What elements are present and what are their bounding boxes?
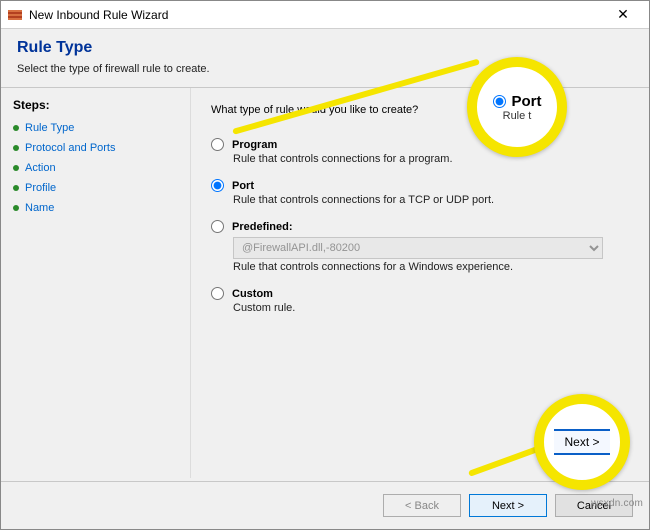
option-desc: Rule that controls connections for a pro…	[233, 153, 629, 165]
annotation-highlight-port: Port Rule t	[467, 57, 567, 157]
bullet-icon	[13, 165, 19, 171]
step-label: Name	[25, 202, 54, 214]
wizard-footer: < Back Next > Cancel	[1, 481, 649, 529]
annotation-radio-icon	[493, 95, 506, 108]
option-desc: Custom rule.	[233, 302, 629, 314]
bullet-icon	[13, 205, 19, 211]
annotation-highlight-next: Next >	[534, 394, 630, 490]
firewall-icon	[7, 7, 23, 23]
option-custom: Custom Custom rule.	[211, 287, 629, 314]
option-desc: Rule that controls connections for a Win…	[233, 261, 629, 273]
radio-port[interactable]	[211, 179, 224, 192]
next-button[interactable]: Next >	[469, 494, 547, 517]
option-predefined: Predefined: @FirewallAPI.dll,-80200 Rule…	[211, 220, 629, 273]
steps-heading: Steps:	[13, 98, 178, 112]
radio-predefined[interactable]	[211, 220, 224, 233]
annotation-next-label: Next >	[554, 429, 609, 455]
option-label: Predefined:	[232, 221, 293, 233]
close-button[interactable]: ✕	[603, 1, 643, 28]
option-label: Program	[232, 139, 277, 151]
titlebar: New Inbound Rule Wizard ✕	[1, 1, 649, 29]
page-title: Rule Type	[17, 39, 633, 57]
window-title: New Inbound Rule Wizard	[29, 8, 603, 22]
bullet-icon	[13, 185, 19, 191]
step-protocol-and-ports[interactable]: Protocol and Ports	[13, 138, 178, 158]
step-label: Action	[25, 162, 56, 174]
step-action[interactable]: Action	[13, 158, 178, 178]
radio-custom[interactable]	[211, 287, 224, 300]
option-port: Port Rule that controls connections for …	[211, 179, 629, 206]
bullet-icon	[13, 145, 19, 151]
step-rule-type[interactable]: Rule Type	[13, 118, 178, 138]
step-label: Rule Type	[25, 122, 74, 134]
back-button: < Back	[383, 494, 461, 517]
predefined-select: @FirewallAPI.dll,-80200	[233, 237, 603, 259]
option-desc: Rule that controls connections for a TCP…	[233, 194, 629, 206]
step-profile[interactable]: Profile	[13, 178, 178, 198]
wizard-window: New Inbound Rule Wizard ✕ Rule Type Sele…	[0, 0, 650, 530]
steps-sidebar: Steps: Rule Type Protocol and Ports Acti…	[1, 88, 191, 478]
option-program: Program Rule that controls connections f…	[211, 138, 629, 165]
bullet-icon	[13, 125, 19, 131]
watermark: wsxdn.com	[591, 498, 643, 509]
annotation-port-sub: Rule t	[503, 110, 532, 122]
option-label: Custom	[232, 288, 273, 300]
step-name[interactable]: Name	[13, 198, 178, 218]
option-label: Port	[232, 180, 254, 192]
radio-program[interactable]	[211, 138, 224, 151]
annotation-port-label: Port	[512, 93, 542, 110]
step-label: Profile	[25, 182, 56, 194]
step-label: Protocol and Ports	[25, 142, 116, 154]
